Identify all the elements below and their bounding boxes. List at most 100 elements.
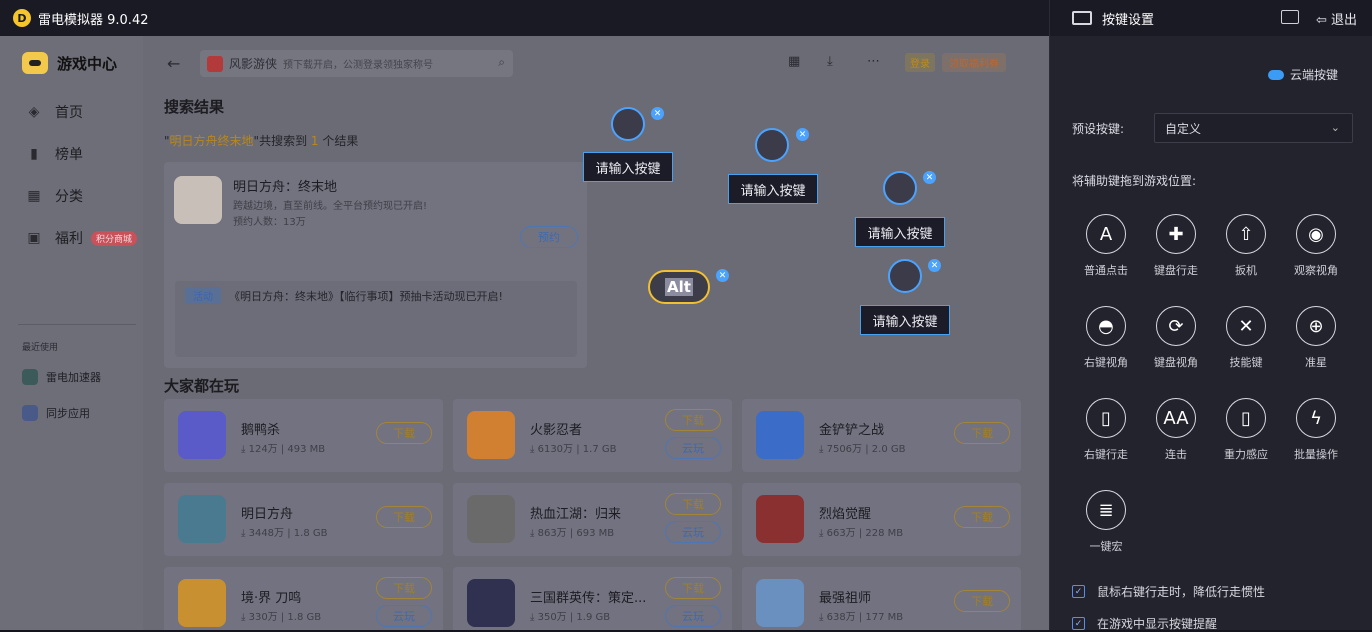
keypoint-label[interactable]: 请输入按键 bbox=[855, 217, 945, 247]
download-button[interactable]: 下载 bbox=[954, 422, 1010, 444]
more-icon[interactable]: ⋯ bbox=[867, 54, 880, 69]
tool-skill-key[interactable]: ✕ 技能键 bbox=[1214, 306, 1278, 370]
search-input[interactable]: 风影游侠 预下载开启，公测登录领独家称号 ⌕ bbox=[200, 50, 513, 77]
preset-value: 自定义 bbox=[1165, 121, 1202, 136]
game-stat: ⤓ 330万 | 1.8 GB bbox=[241, 612, 322, 623]
game-card[interactable]: 鹅鸭杀 ⤓ 124万 | 493 MB 下载 bbox=[164, 399, 443, 472]
game-card[interactable]: 三国群英传：策定... ⤓ 350万 | 1.9 GB 下载 云玩 bbox=[453, 567, 732, 630]
game-card[interactable]: 金铲铲之战 ⤓ 7506万 | 2.0 GB 下载 bbox=[742, 399, 1021, 472]
reserve-button[interactable]: 预约 bbox=[520, 226, 578, 248]
right-click-view-icon[interactable]: ◓ bbox=[1086, 306, 1126, 346]
keyboard-walk-icon[interactable]: ✚ bbox=[1156, 214, 1196, 254]
keypoint-handle[interactable] bbox=[883, 171, 917, 205]
batch-icon[interactable]: ϟ bbox=[1296, 398, 1336, 438]
download-button[interactable]: 下载 bbox=[376, 422, 432, 444]
download-button[interactable]: 下载 bbox=[376, 506, 432, 528]
search-result-card[interactable]: 明日方舟：终末地 跨越边境，直至前线。全平台预约现已开启! 预约人数：13万 预… bbox=[164, 162, 587, 368]
cloud-play-button[interactable]: 云玩 bbox=[665, 521, 721, 543]
tool-observe-view[interactable]: ◉ 观察视角 bbox=[1284, 214, 1348, 278]
game-card[interactable]: 烈焰觉醒 ⤓ 663万 | 228 MB 下载 bbox=[742, 483, 1021, 556]
tool-macro[interactable]: ≣ 一键宏 bbox=[1074, 490, 1138, 554]
observe-view-icon[interactable]: ◉ bbox=[1296, 214, 1336, 254]
tool-keyboard-view[interactable]: ⟳ 键盘视角 bbox=[1144, 306, 1208, 370]
tool-batch[interactable]: ϟ 批量操作 bbox=[1284, 398, 1348, 462]
exit-button[interactable]: ⇦ 退出 bbox=[1316, 9, 1357, 28]
sidebar-item-rank[interactable]: ▮ 榜单 bbox=[0, 133, 143, 175]
download-button[interactable]: 下载 bbox=[665, 577, 721, 599]
recent-item-accelerator[interactable]: 雷电加速器 bbox=[22, 369, 101, 385]
tool-label: 观察视角 bbox=[1294, 264, 1338, 277]
trigger-icon[interactable]: ⇧ bbox=[1226, 214, 1266, 254]
click-icon[interactable]: A bbox=[1086, 214, 1126, 254]
download-button[interactable]: 下载 bbox=[665, 493, 721, 515]
benefit-coupon-button[interactable]: 领取福利券 bbox=[942, 53, 1006, 72]
tool-trigger[interactable]: ⇧ 扳机 bbox=[1214, 214, 1278, 278]
close-icon[interactable]: ✕ bbox=[651, 107, 664, 120]
folder-icon[interactable] bbox=[1281, 10, 1299, 24]
accelerator-icon bbox=[22, 369, 38, 385]
show-key-hints-checkbox[interactable]: ✓ 在游戏中显示按键提醒 bbox=[1072, 615, 1217, 632]
key-settings-panel: 按键设置 ⇦ 退出 云端按键 预设按键: 自定义 ⌄ 将辅助键拖到游戏位置: A普… bbox=[1049, 0, 1372, 632]
tool-right-click-view[interactable]: ◓ 右键视角 bbox=[1074, 306, 1138, 370]
reduce-inertia-checkbox[interactable]: ✓ 鼠标右键行走时，降低行走惯性 bbox=[1072, 583, 1265, 600]
tool-right-click-walk[interactable]: ▯ 右键行走 bbox=[1074, 398, 1138, 462]
sidebar-item-category[interactable]: ▦ 分类 bbox=[0, 175, 143, 217]
gravity-icon[interactable]: ▯ bbox=[1226, 398, 1266, 438]
tool-combo[interactable]: AA 连击 bbox=[1144, 398, 1208, 462]
download-icon[interactable]: ⤓ bbox=[827, 54, 833, 69]
tool-keyboard-walk[interactable]: ✚ 键盘行走 bbox=[1144, 214, 1208, 278]
sidebar-item-welfare[interactable]: ▣ 福利 积分商城 bbox=[0, 217, 143, 259]
back-arrow-icon[interactable]: ← bbox=[167, 54, 180, 73]
preset-select[interactable]: 自定义 ⌄ bbox=[1154, 113, 1353, 143]
download-button[interactable]: 下载 bbox=[665, 409, 721, 431]
checkbox-checked-icon[interactable]: ✓ bbox=[1072, 617, 1085, 630]
recent-item-sync[interactable]: 同步应用 bbox=[22, 405, 90, 421]
tool-click[interactable]: A 普通点击 bbox=[1074, 214, 1138, 278]
tool-crosshair[interactable]: ⊕ 准星 bbox=[1284, 306, 1348, 370]
event-panel[interactable]: 活动 《明日方舟：终末地》【临行事项】预抽卡活动现已开启! bbox=[175, 281, 577, 357]
game-card[interactable]: 火影忍者 ⤓ 6130万 | 1.7 GB 下载 云玩 bbox=[453, 399, 732, 472]
game-card[interactable]: 境·界 刀鸣 ⤓ 330万 | 1.8 GB 下载 云玩 bbox=[164, 567, 443, 630]
macro-icon[interactable]: ≣ bbox=[1086, 490, 1126, 530]
alt-key-point[interactable]: Alt bbox=[648, 270, 710, 304]
search-icon[interactable]: ⌕ bbox=[498, 55, 505, 70]
tool-label: 准星 bbox=[1305, 356, 1327, 369]
download-button[interactable]: 下载 bbox=[954, 590, 1010, 612]
keypoint-label[interactable]: 请输入按键 bbox=[583, 152, 673, 182]
game-card[interactable]: 明日方舟 ⤓ 3448万 | 1.8 GB 下载 bbox=[164, 483, 443, 556]
recent-item-label: 同步应用 bbox=[46, 407, 90, 420]
game-card[interactable]: 最强祖师 ⤓ 638万 | 177 MB 下载 bbox=[742, 567, 1021, 630]
keyboard-view-icon[interactable]: ⟳ bbox=[1156, 306, 1196, 346]
naruto-icon bbox=[467, 411, 515, 459]
keyboard-icon bbox=[1072, 11, 1092, 25]
cloud-play-button[interactable]: 云玩 bbox=[665, 437, 721, 459]
download-button[interactable]: 下载 bbox=[376, 577, 432, 599]
combo-icon[interactable]: AA bbox=[1156, 398, 1196, 438]
sidebar-brand[interactable]: 游戏中心 bbox=[0, 36, 143, 90]
close-icon[interactable]: ✕ bbox=[923, 171, 936, 184]
sidebar-item-home[interactable]: ◈ 首页 bbox=[0, 91, 143, 133]
tool-label: 扳机 bbox=[1235, 264, 1257, 277]
keypoint-handle[interactable] bbox=[888, 259, 922, 293]
sidebar-item-label: 分类 bbox=[55, 189, 83, 205]
checkbox-checked-icon[interactable]: ✓ bbox=[1072, 585, 1085, 598]
cloud-keys-button[interactable]: 云端按键 bbox=[1268, 66, 1338, 83]
right-click-walk-icon[interactable]: ▯ bbox=[1086, 398, 1126, 438]
cloud-play-button[interactable]: 云玩 bbox=[665, 605, 721, 627]
keypoint-label[interactable]: 请输入按键 bbox=[728, 174, 818, 204]
game-card[interactable]: 热血江湖：归来 ⤓ 863万 | 693 MB 下载 云玩 bbox=[453, 483, 732, 556]
keypoint-label[interactable]: 请输入按键 bbox=[860, 305, 950, 335]
login-button[interactable]: 登录 bbox=[905, 53, 935, 72]
calendar-icon[interactable]: ▦ bbox=[788, 54, 800, 69]
close-icon[interactable]: ✕ bbox=[716, 269, 729, 282]
keypoint-handle[interactable] bbox=[755, 128, 789, 162]
close-icon[interactable]: ✕ bbox=[796, 128, 809, 141]
close-icon[interactable]: ✕ bbox=[928, 259, 941, 272]
tool-gravity[interactable]: ▯ 重力感应 bbox=[1214, 398, 1278, 462]
tft-icon bbox=[756, 411, 804, 459]
crosshair-icon[interactable]: ⊕ bbox=[1296, 306, 1336, 346]
cloud-play-button[interactable]: 云玩 bbox=[376, 605, 432, 627]
keypoint-handle[interactable] bbox=[611, 107, 645, 141]
download-button[interactable]: 下载 bbox=[954, 506, 1010, 528]
skill-key-icon[interactable]: ✕ bbox=[1226, 306, 1266, 346]
